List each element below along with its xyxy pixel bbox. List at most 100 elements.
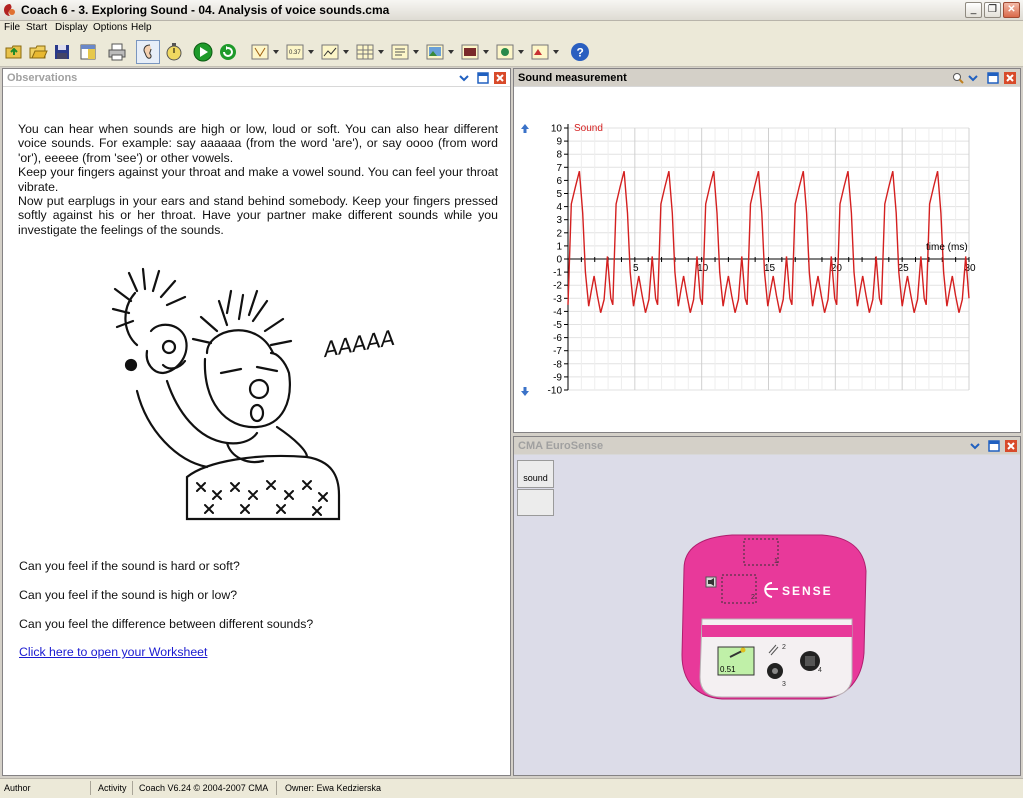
sound-measurement-panel: Sound measurement 10 9 8 7 6 5 4 3 2 1 0 -1 -2 -3 -4 -5… bbox=[513, 68, 1021, 433]
question-high-low: Can you feel if the sound is high or low… bbox=[19, 588, 238, 602]
label-dropdown-icon[interactable] bbox=[553, 50, 559, 54]
open-folder-icon[interactable] bbox=[28, 42, 48, 62]
close-button[interactable]: ✕ bbox=[1003, 2, 1020, 18]
series-label: Sound bbox=[574, 123, 603, 134]
x-tick-label: 15 bbox=[764, 263, 776, 274]
y-tick-label: -5 bbox=[553, 320, 562, 331]
coach-app-icon bbox=[4, 4, 15, 16]
picture-dropdown-icon[interactable] bbox=[448, 50, 454, 54]
observations-paragraph: Keep your fingers against your throat an… bbox=[18, 165, 498, 194]
eurosense-title: CMA EuroSense bbox=[518, 440, 604, 452]
print-icon[interactable] bbox=[107, 42, 127, 62]
worksheet-link[interactable]: Click here to open your Worksheet bbox=[19, 645, 207, 659]
question-different-sounds: Can you feel the difference between diff… bbox=[19, 617, 314, 631]
y-tick-label: -3 bbox=[553, 294, 562, 305]
restore-button[interactable]: ❐ bbox=[984, 2, 1001, 18]
meter-icon[interactable]: 0.37 bbox=[285, 42, 305, 62]
start-measurement-icon[interactable] bbox=[193, 42, 213, 62]
table-dropdown-icon[interactable] bbox=[378, 50, 384, 54]
chevron-down-icon[interactable] bbox=[458, 72, 470, 84]
new-window-icon[interactable] bbox=[78, 42, 98, 62]
menu-options[interactable]: Options bbox=[93, 22, 127, 33]
save-icon[interactable] bbox=[52, 42, 72, 62]
close-panel-icon[interactable] bbox=[1004, 72, 1016, 84]
label-icon[interactable] bbox=[530, 42, 550, 62]
sensor-reading-value: 0.51 bbox=[720, 665, 736, 674]
status-version: Coach V6.24 © 2004-2007 CMA bbox=[139, 783, 269, 793]
y-tick-label: 10 bbox=[551, 124, 563, 135]
y-tick-label: 6 bbox=[556, 176, 562, 187]
eurosense-header: CMA EuroSense bbox=[514, 437, 1020, 455]
y-tick-label: -1 bbox=[553, 268, 562, 279]
replay-icon[interactable] bbox=[218, 42, 238, 62]
port-label: 4 bbox=[818, 667, 822, 674]
observations-paragraph: You can hear when sounds are high or low… bbox=[18, 122, 498, 165]
zoom-icon[interactable] bbox=[952, 72, 964, 84]
sound-graph[interactable]: 109876543210-1-2-3-4-5-6-7-8-9-10 5 10 15 2… bbox=[514, 88, 1020, 432]
maximize-panel-icon[interactable] bbox=[477, 72, 489, 84]
y-tick-labels: 109876543210-1-2-3-4-5-6-7-8-9-10 bbox=[548, 124, 563, 397]
y-tick-label: 2 bbox=[556, 228, 562, 239]
picture-icon[interactable] bbox=[425, 42, 445, 62]
observations-text: You can hear when sounds are high or low… bbox=[18, 122, 498, 237]
port-label: 1 bbox=[774, 558, 778, 565]
window-title: Coach 6 - 3. Exploring Sound - 04. Analy… bbox=[21, 3, 390, 17]
menu-help[interactable]: Help bbox=[131, 22, 152, 33]
title-bar: Coach 6 - 3. Exploring Sound - 04. Analy… bbox=[0, 0, 1023, 21]
video-icon[interactable] bbox=[460, 42, 480, 62]
status-bar: Author Activity Coach V6.24 © 2004-2007 … bbox=[0, 778, 1023, 798]
meter-dropdown-icon[interactable] bbox=[308, 50, 314, 54]
chevron-down-icon[interactable] bbox=[967, 72, 979, 84]
model-dropdown-icon[interactable] bbox=[518, 50, 524, 54]
stopwatch-icon[interactable] bbox=[164, 42, 184, 62]
close-panel-icon[interactable] bbox=[1005, 440, 1017, 452]
maximize-panel-icon[interactable] bbox=[988, 440, 1000, 452]
svg-text:0.37: 0.37 bbox=[289, 50, 301, 56]
menu-file[interactable]: File bbox=[4, 22, 20, 33]
observations-paragraph: Now put earplugs in your ears and stand … bbox=[18, 194, 498, 237]
y-tick-label: 0 bbox=[556, 255, 562, 266]
question-hard-soft: Can you feel if the sound is hard or sof… bbox=[19, 559, 240, 573]
y-tick-label: -7 bbox=[553, 346, 562, 357]
sound-measurement-header: Sound measurement bbox=[514, 69, 1020, 87]
chevron-down-icon[interactable] bbox=[969, 440, 981, 452]
status-activity: Activity bbox=[98, 783, 127, 793]
y-tick-label: 3 bbox=[556, 215, 562, 226]
text-icon[interactable] bbox=[390, 42, 410, 62]
help-icon[interactable]: ? bbox=[570, 42, 590, 62]
text-dropdown-icon[interactable] bbox=[413, 50, 419, 54]
svg-text:?: ? bbox=[577, 46, 584, 60]
y-tick-label: -6 bbox=[553, 333, 562, 344]
eurosense-device: 1 2 SENSE 0.51 2 3 4 bbox=[681, 534, 867, 700]
scroll-up-icon[interactable] bbox=[521, 124, 529, 133]
menu-display[interactable]: Display bbox=[55, 22, 88, 33]
table-icon[interactable] bbox=[355, 42, 375, 62]
maximize-panel-icon[interactable] bbox=[987, 72, 999, 84]
ear-tool-icon[interactable] bbox=[138, 42, 158, 62]
x-tick-label: 5 bbox=[633, 263, 639, 274]
y-tick-label: 9 bbox=[556, 137, 562, 148]
y-tick-label: 4 bbox=[556, 202, 562, 213]
sound-sensor-tab[interactable]: sound bbox=[517, 460, 554, 488]
minimize-button[interactable]: _ bbox=[965, 2, 982, 18]
y-tick-label: -10 bbox=[548, 386, 563, 397]
y-tick-label: 8 bbox=[556, 150, 562, 161]
y-tick-label: -2 bbox=[553, 281, 562, 292]
close-panel-icon[interactable] bbox=[494, 72, 506, 84]
status-owner: Owner: Ewa Kedzierska bbox=[285, 783, 382, 793]
graph-dropdown-icon[interactable] bbox=[343, 50, 349, 54]
empty-sensor-tab[interactable] bbox=[517, 489, 554, 516]
diagram-dropdown-icon[interactable] bbox=[273, 50, 279, 54]
diagram-icon[interactable] bbox=[250, 42, 270, 62]
y-tick-label: -4 bbox=[553, 307, 562, 318]
eurosense-panel: CMA EuroSense sound 1 2 SENSE 0.51 2 3 4 bbox=[513, 436, 1021, 776]
scroll-down-icon[interactable] bbox=[521, 387, 529, 396]
port-label: 2 bbox=[751, 594, 755, 601]
status-divider bbox=[132, 781, 133, 795]
open-activity-icon[interactable] bbox=[4, 42, 24, 62]
model-icon[interactable] bbox=[495, 42, 515, 62]
video-dropdown-icon[interactable] bbox=[483, 50, 489, 54]
menu-start[interactable]: Start bbox=[26, 22, 47, 33]
graph-icon[interactable] bbox=[320, 42, 340, 62]
observations-title: Observations bbox=[7, 72, 78, 84]
